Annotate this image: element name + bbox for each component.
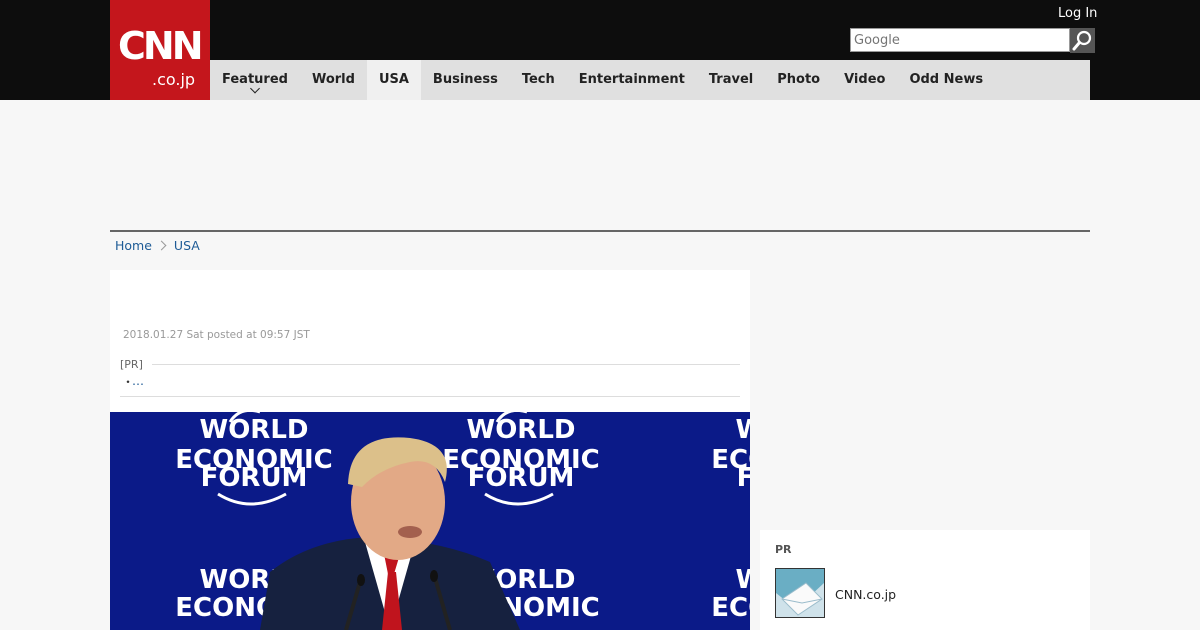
- nav-video[interactable]: Video: [832, 60, 897, 100]
- sidebar-item-label[interactable]: CNN.co.jp: [835, 587, 896, 602]
- logo-text: CNN: [118, 24, 203, 68]
- divider: [120, 396, 740, 397]
- breadcrumb-home[interactable]: Home: [115, 238, 152, 253]
- nav-label: Photo: [777, 72, 821, 87]
- backdrop-text: FORUM: [737, 463, 750, 493]
- backdrop-text: FORUM: [468, 463, 575, 493]
- login-link[interactable]: Log In: [1058, 6, 1097, 21]
- divider: [110, 230, 1090, 232]
- photo-illustration: WORLD ECONOMIC FORUM WORLD ECONOMIC FORU…: [110, 412, 750, 630]
- pr-link[interactable]: …: [132, 374, 144, 388]
- site-header: CNN .co.jp Log In Featured World USA Bus…: [0, 0, 1200, 100]
- nav-label: USA: [378, 72, 409, 87]
- backdrop-text: WORLD: [467, 415, 576, 445]
- nav-entertainment[interactable]: Entertainment: [567, 60, 697, 100]
- backdrop-text: ECONOMIC: [711, 593, 750, 623]
- nav-label: World: [311, 72, 355, 87]
- sidebar-title: PR: [775, 543, 792, 556]
- backdrop-text: WORLD: [736, 565, 750, 595]
- divider: [152, 364, 740, 365]
- search-input[interactable]: [850, 28, 1070, 52]
- pr-thumbnail[interactable]: [775, 568, 825, 618]
- nav-label: Tech: [521, 72, 555, 87]
- envelope-icon: [776, 569, 824, 617]
- nav-label: Odd News: [909, 72, 984, 87]
- pr-label: [PR]: [120, 358, 143, 371]
- nav-travel[interactable]: Travel: [697, 60, 765, 100]
- article-photo: WORLD ECONOMIC FORUM WORLD ECONOMIC FORU…: [110, 412, 750, 630]
- article-card: 2018.01.27 Sat posted at 09:57 JST [PR] …: [110, 270, 750, 630]
- sidebar-pr: PR CNN.co.jp: [760, 530, 1090, 630]
- backdrop-text: WORLD: [736, 415, 750, 445]
- backdrop-text: WORLD: [200, 415, 309, 445]
- breadcrumb-current[interactable]: USA: [174, 238, 200, 253]
- backdrop-text: FORUM: [201, 463, 308, 493]
- nav-featured[interactable]: Featured: [210, 60, 300, 100]
- posted-date: 2018.01.27 Sat posted at 09:57 JST: [123, 329, 310, 341]
- nav-business[interactable]: Business: [421, 60, 510, 100]
- nav-photo[interactable]: Photo: [765, 60, 832, 100]
- nav-odd-news[interactable]: Odd News: [897, 60, 995, 100]
- nav-label: Business: [432, 72, 498, 87]
- search-icon: [1072, 30, 1092, 51]
- nav-label: Entertainment: [578, 72, 685, 87]
- nav-label: Video: [844, 72, 886, 87]
- nav-usa[interactable]: USA: [366, 60, 421, 100]
- nav-tech[interactable]: Tech: [510, 60, 567, 100]
- main-nav: Featured World USA Business Tech Enterta…: [210, 60, 1090, 100]
- search-button[interactable]: [1070, 28, 1095, 53]
- logo-domain: .co.jp: [152, 70, 196, 89]
- nav-world[interactable]: World: [300, 60, 367, 100]
- nav-label: Travel: [708, 72, 754, 87]
- cnn-logo[interactable]: CNN .co.jp: [110, 0, 210, 100]
- breadcrumb: Home USA: [115, 238, 200, 253]
- chevron-right-icon: [156, 240, 167, 251]
